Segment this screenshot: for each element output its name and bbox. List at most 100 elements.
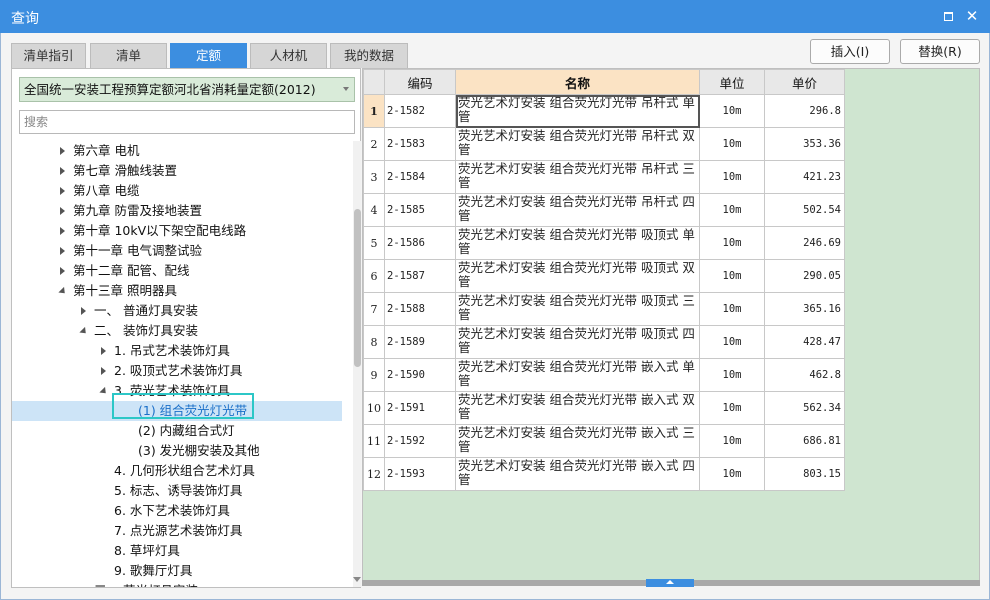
table-row[interactable]: 11 2-1592 荧光艺术灯安装 组合荧光灯光带 嵌入式 三管 10m 686.81 (363, 424, 845, 458)
cell-code[interactable]: 2-1584 (384, 160, 456, 194)
search-input[interactable] (19, 110, 355, 134)
collapsed-arrow-icon[interactable] (99, 341, 109, 361)
cell-price[interactable]: 296.8 (764, 94, 845, 128)
tab-my-data[interactable]: 我的数据 (330, 43, 408, 68)
table-row[interactable]: 10 2-1591 荧光艺术灯安装 组合荧光灯光带 嵌入式 双管 10m 562.34 (363, 391, 845, 425)
cell-name[interactable]: 荧光艺术灯安装 组合荧光灯光带 嵌入式 三管 (455, 424, 700, 458)
panel-collapse-handle[interactable] (646, 579, 694, 587)
row-number[interactable]: 4 (363, 193, 385, 227)
cell-unit[interactable]: 10m (699, 94, 765, 128)
tree-item[interactable]: 5. 标志、诱导装饰灯具 (12, 481, 342, 501)
row-number[interactable]: 9 (363, 358, 385, 392)
cell-price[interactable]: 353.36 (764, 127, 845, 161)
cell-name[interactable]: 荧光艺术灯安装 组合荧光灯光带 吸顶式 四管 (455, 325, 700, 359)
table-row[interactable]: 8 2-1589 荧光艺术灯安装 组合荧光灯光带 吸顶式 四管 10m 428.47 (363, 325, 845, 359)
maximize-icon[interactable] (939, 7, 957, 25)
table-row[interactable]: 6 2-1587 荧光艺术灯安装 组合荧光灯光带 吸顶式 双管 10m 290.05 (363, 259, 845, 293)
table-row[interactable]: 1 2-1582 荧光艺术灯安装 组合荧光灯光带 吊杆式 单管 10m 296.8 (363, 94, 845, 128)
cell-price[interactable]: 462.8 (764, 358, 845, 392)
cell-price[interactable]: 686.81 (764, 424, 845, 458)
tree-item[interactable]: 第六章 电机 (12, 141, 342, 161)
cell-code[interactable]: 2-1592 (384, 424, 456, 458)
tree-scrollbar[interactable] (353, 141, 361, 587)
tree-item[interactable]: 二、 装饰灯具安装 (12, 321, 342, 341)
cell-code[interactable]: 2-1587 (384, 259, 456, 293)
cell-name[interactable]: 荧光艺术灯安装 组合荧光灯光带 吊杆式 单管 (455, 94, 700, 128)
cell-code[interactable]: 2-1583 (384, 127, 456, 161)
insert-button[interactable]: 插入(I) (810, 39, 890, 64)
collapsed-arrow-icon[interactable] (58, 241, 68, 261)
cell-name[interactable]: 荧光艺术灯安装 组合荧光灯光带 吊杆式 三管 (455, 160, 700, 194)
tab-quota[interactable]: 定额 (170, 43, 247, 68)
cell-unit[interactable]: 10m (699, 457, 765, 491)
cell-price[interactable]: 428.47 (764, 325, 845, 359)
collapsed-arrow-icon[interactable] (58, 221, 68, 241)
expanded-arrow-icon[interactable] (79, 321, 89, 341)
cell-code[interactable]: 2-1585 (384, 193, 456, 227)
tab-bill-guide[interactable]: 清单指引 (11, 43, 86, 68)
cell-name[interactable]: 荧光艺术灯安装 组合荧光灯光带 吊杆式 四管 (455, 193, 700, 227)
cell-code[interactable]: 2-1590 (384, 358, 456, 392)
cell-code[interactable]: 2-1588 (384, 292, 456, 326)
cell-unit[interactable]: 10m (699, 259, 765, 293)
table-row[interactable]: 3 2-1584 荧光艺术灯安装 组合荧光灯光带 吊杆式 三管 10m 421.23 (363, 160, 845, 194)
collapsed-arrow-icon[interactable] (58, 261, 68, 281)
tree-item[interactable]: 9. 歌舞厅灯具 (12, 561, 342, 581)
tree-item[interactable]: 第十二章 配管、配线 (12, 261, 342, 281)
tree-item[interactable]: (1) 组合荧光灯光带 (12, 401, 342, 421)
cell-name[interactable]: 荧光艺术灯安装 组合荧光灯光带 吸顶式 双管 (455, 259, 700, 293)
row-number[interactable]: 10 (363, 391, 385, 425)
cell-unit[interactable]: 10m (699, 358, 765, 392)
tree-item[interactable]: (2) 内藏组合式灯 (12, 421, 342, 441)
cell-code[interactable]: 2-1586 (384, 226, 456, 260)
replace-button[interactable]: 替换(R) (900, 39, 980, 64)
cell-unit[interactable]: 10m (699, 160, 765, 194)
cell-price[interactable]: 562.34 (764, 391, 845, 425)
cell-name[interactable]: 荧光艺术灯安装 组合荧光灯光带 吸顶式 三管 (455, 292, 700, 326)
row-number[interactable]: 12 (363, 457, 385, 491)
tree-item[interactable]: 第九章 防雷及接地装置 (12, 201, 342, 221)
cell-unit[interactable]: 10m (699, 292, 765, 326)
scrollbar-thumb[interactable] (354, 209, 361, 367)
tree-item[interactable]: 第十三章 照明器具 (12, 281, 342, 301)
collapsed-arrow-icon[interactable] (58, 161, 68, 181)
cell-name[interactable]: 荧光艺术灯安装 组合荧光灯光带 嵌入式 单管 (455, 358, 700, 392)
row-number[interactable]: 7 (363, 292, 385, 326)
cell-name[interactable]: 荧光艺术灯安装 组合荧光灯光带 嵌入式 四管 (455, 457, 700, 491)
tree-item[interactable]: 第十一章 电气调整试验 (12, 241, 342, 261)
collapsed-arrow-icon[interactable] (58, 201, 68, 221)
table-row[interactable]: 5 2-1586 荧光艺术灯安装 组合荧光灯光带 吸顶式 单管 10m 246.69 (363, 226, 845, 260)
column-header-price[interactable]: 单价 (764, 69, 845, 95)
collapsed-arrow-icon[interactable] (79, 301, 89, 321)
row-number[interactable]: 11 (363, 424, 385, 458)
cell-unit[interactable]: 10m (699, 193, 765, 227)
row-number[interactable]: 8 (363, 325, 385, 359)
row-number[interactable]: 3 (363, 160, 385, 194)
tree-item[interactable]: 6. 水下艺术装饰灯具 (12, 501, 342, 521)
cell-unit[interactable]: 10m (699, 127, 765, 161)
cell-price[interactable]: 803.15 (764, 457, 845, 491)
tree-item[interactable]: (3) 发光棚安装及其他 (12, 441, 342, 461)
tree-item[interactable]: 第八章 电缆 (12, 181, 342, 201)
tree-item[interactable]: 三、 荧光灯具安装 (12, 581, 342, 587)
tree-item[interactable]: 第十章 10kV以下架空配电线路 (12, 221, 342, 241)
tab-labor-materials[interactable]: 人材机 (250, 43, 327, 68)
cell-price[interactable]: 290.05 (764, 259, 845, 293)
tree-item[interactable]: 第七章 滑触线装置 (12, 161, 342, 181)
cell-unit[interactable]: 10m (699, 325, 765, 359)
collapsed-arrow-icon[interactable] (99, 361, 109, 381)
scroll-down-icon[interactable] (353, 577, 361, 582)
cell-name[interactable]: 荧光艺术灯安装 组合荧光灯光带 吊杆式 双管 (455, 127, 700, 161)
tree-item[interactable]: 2. 吸顶式艺术装饰灯具 (12, 361, 342, 381)
quota-library-select[interactable]: 全国统一安装工程预算定额河北省消耗量定额(2012) (19, 77, 355, 102)
tree-item[interactable]: 3. 荧光艺术装饰灯具 (12, 381, 342, 401)
tree-item[interactable]: 7. 点光源艺术装饰灯具 (12, 521, 342, 541)
table-row[interactable]: 9 2-1590 荧光艺术灯安装 组合荧光灯光带 嵌入式 单管 10m 462.8 (363, 358, 845, 392)
collapsed-arrow-icon[interactable] (58, 141, 68, 161)
cell-name[interactable]: 荧光艺术灯安装 组合荧光灯光带 嵌入式 双管 (455, 391, 700, 425)
tree-item[interactable]: 一、 普通灯具安装 (12, 301, 342, 321)
cell-price[interactable]: 365.16 (764, 292, 845, 326)
tree-item[interactable]: 1. 吊式艺术装饰灯具 (12, 341, 342, 361)
cell-code[interactable]: 2-1591 (384, 391, 456, 425)
collapsed-arrow-icon[interactable] (79, 581, 89, 587)
